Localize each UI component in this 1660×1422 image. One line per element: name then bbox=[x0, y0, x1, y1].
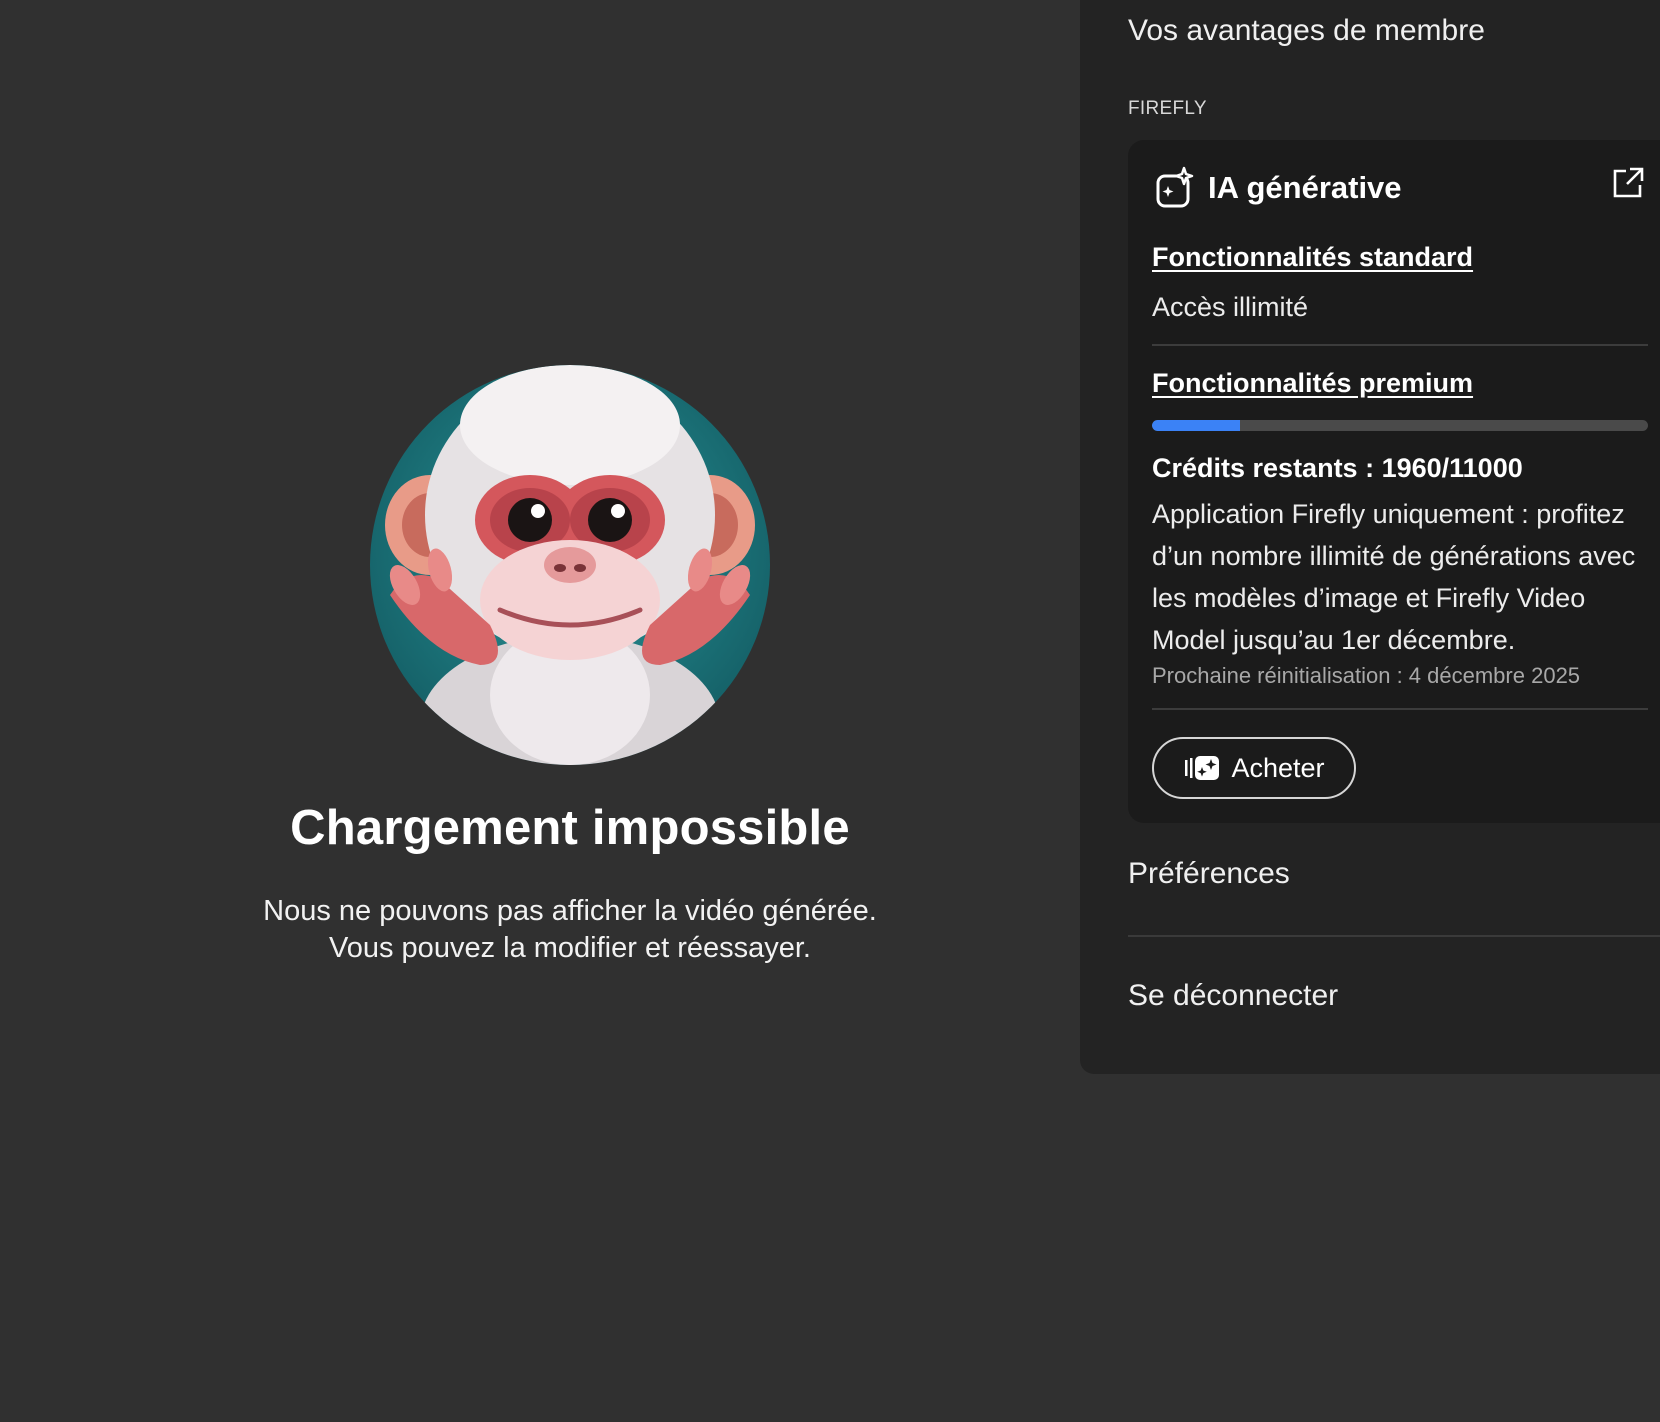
card-title: IA générative bbox=[1208, 170, 1402, 205]
menu-item-preferences[interactable]: Préférences bbox=[1128, 857, 1290, 891]
member-benefits-panel: Vos avantages de membre FIREFLY IA génér… bbox=[1080, 0, 1660, 1074]
reset-date-note: Prochaine réinitialisation : 4 décembre … bbox=[1152, 663, 1581, 688]
external-link-icon bbox=[1613, 167, 1644, 198]
error-message: Nous ne pouvons pas afficher la vidéo gé… bbox=[0, 893, 1140, 967]
divider bbox=[1128, 935, 1660, 937]
card-header: IA générative bbox=[1154, 166, 1402, 210]
credits-description: Application Firefly uniquement : profite… bbox=[1152, 499, 1636, 655]
generative-ai-icon bbox=[1156, 166, 1194, 208]
page: Chargement impossible Nous ne pouvons pa… bbox=[0, 0, 1660, 1422]
credits-progress-bar bbox=[1152, 420, 1648, 431]
panel-title: Vos avantages de membre bbox=[1128, 14, 1485, 47]
credits-icon bbox=[1185, 756, 1220, 780]
divider bbox=[1152, 708, 1648, 710]
divider bbox=[1152, 344, 1648, 346]
standard-features-link[interactable]: Fonctionnalités standard bbox=[1152, 242, 1473, 273]
section-label-firefly: FIREFLY bbox=[1128, 98, 1207, 119]
buy-button-label: Acheter bbox=[1231, 752, 1325, 783]
error-state: Chargement impossible Nous ne pouvons pa… bbox=[0, 0, 1080, 1422]
error-message-line-1: Nous ne pouvons pas afficher la vidéo gé… bbox=[263, 895, 877, 927]
menu-item-logout[interactable]: Se déconnecter bbox=[1128, 979, 1338, 1013]
error-title: Chargement impossible bbox=[290, 801, 850, 855]
buy-button[interactable]: Acheter bbox=[1152, 737, 1356, 799]
standard-access-value: Accès illimité bbox=[1152, 292, 1309, 322]
credits-progress-fill bbox=[1152, 420, 1241, 431]
error-message-line-2: Vous pouvez la modifier et réessayer. bbox=[329, 932, 811, 964]
credits-remaining: Crédits restants : 1960/11000 bbox=[1152, 453, 1523, 483]
premium-features-link[interactable]: Fonctionnalités premium bbox=[1152, 368, 1473, 399]
monkey-illustration-icon bbox=[385, 365, 755, 765]
generative-ai-card: IA générative Fonctionnalités standard A… bbox=[1128, 140, 1660, 823]
external-link-button[interactable] bbox=[1610, 165, 1646, 201]
error-illustration bbox=[370, 365, 770, 765]
